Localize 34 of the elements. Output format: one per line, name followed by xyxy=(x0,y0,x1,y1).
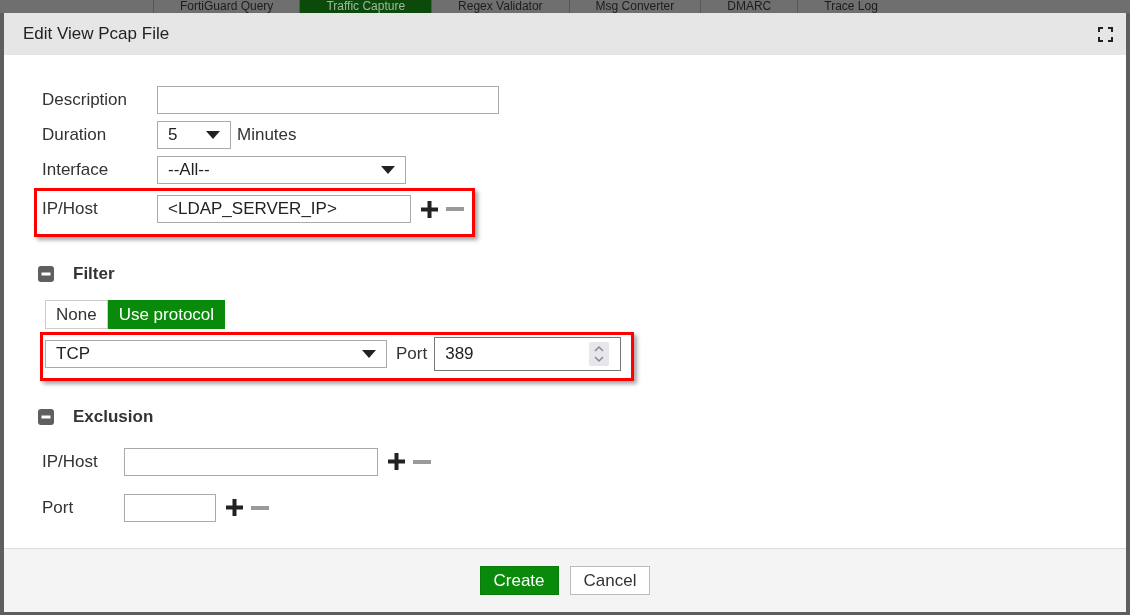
tab[interactable]: Traffic Capture xyxy=(299,0,432,13)
input-field[interactable] xyxy=(157,86,499,114)
input-field[interactable] xyxy=(124,447,378,476)
field-label: Description xyxy=(42,90,129,110)
unit-label: Minutes xyxy=(237,125,297,145)
section-title: Filter xyxy=(73,264,115,284)
spinner-icon[interactable] xyxy=(589,342,610,366)
caret-icon xyxy=(206,131,220,139)
plus-icon[interactable] xyxy=(388,453,405,470)
create-button[interactable]: Create xyxy=(479,566,559,595)
field-label: Duration xyxy=(42,125,108,145)
caret-icon xyxy=(362,350,376,358)
number-field[interactable]: 389 xyxy=(434,337,622,371)
field-label: Interface xyxy=(42,160,110,180)
cancel-button[interactable]: Cancel xyxy=(569,566,651,595)
field-label: IP/Host xyxy=(42,199,99,219)
dropdown[interactable]: 5 xyxy=(157,121,231,149)
dropdown[interactable]: TCP xyxy=(45,340,387,368)
dialog-title: Edit View Pcap File xyxy=(23,24,170,44)
fullscreen-icon[interactable] xyxy=(1098,26,1113,42)
input-field[interactable] xyxy=(124,493,216,522)
caret-icon xyxy=(381,166,395,174)
dropdown[interactable]: --All-- xyxy=(157,156,406,184)
field-label: IP/Host xyxy=(42,451,99,472)
plus-icon[interactable] xyxy=(421,200,438,218)
toggle-option[interactable]: Use protocol xyxy=(107,300,226,329)
minus-square-icon[interactable] xyxy=(38,409,54,425)
field-label: Port xyxy=(42,497,75,518)
toggle-option[interactable]: None xyxy=(45,300,108,329)
field-label: Port xyxy=(396,344,428,364)
section-title: Exclusion xyxy=(73,407,154,427)
minus-square-icon[interactable] xyxy=(38,266,54,282)
input-field[interactable]: <LDAP_SERVER_IP> xyxy=(157,195,411,223)
plus-icon[interactable] xyxy=(226,499,243,516)
